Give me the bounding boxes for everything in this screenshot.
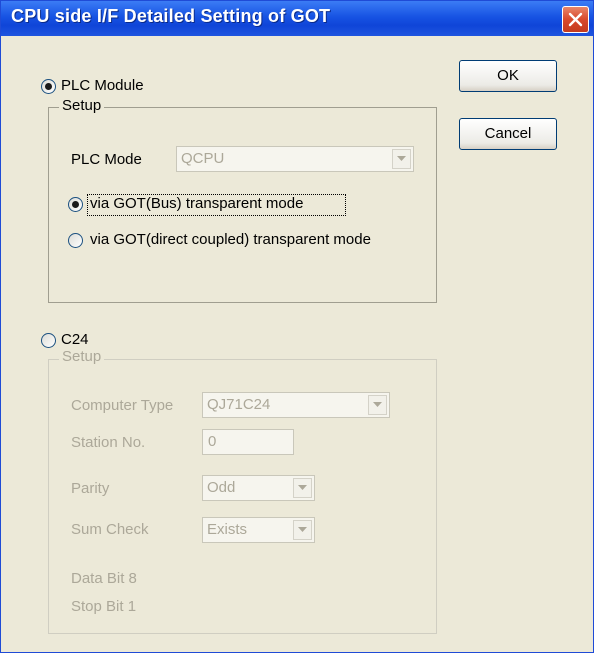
c24-setup-group-title: Setup bbox=[59, 348, 105, 365]
dropdown-arrow[interactable] bbox=[368, 395, 387, 415]
plc-mode-value: QCPU bbox=[181, 150, 225, 167]
radio-selected-dot bbox=[72, 201, 79, 208]
chevron-down-icon bbox=[373, 402, 382, 407]
station-no-input[interactable]: 0 bbox=[202, 429, 294, 455]
sum-check-select[interactable]: Exists bbox=[202, 517, 315, 543]
stop-bit-text: Stop Bit 1 bbox=[71, 598, 137, 615]
close-icon bbox=[568, 12, 583, 27]
sum-check-label: Sum Check bbox=[71, 521, 149, 538]
parity-select[interactable]: Odd bbox=[202, 475, 315, 501]
dropdown-arrow[interactable] bbox=[293, 520, 312, 540]
chevron-down-icon bbox=[298, 485, 307, 490]
window-title: CPU side I/F Detailed Setting of GOT bbox=[11, 6, 331, 26]
parity-value: Odd bbox=[207, 479, 236, 496]
plc-mode-select[interactable]: QCPU bbox=[176, 146, 414, 172]
station-no-label: Station No. bbox=[71, 434, 146, 451]
computer-type-value: QJ71C24 bbox=[207, 396, 271, 413]
dropdown-arrow[interactable] bbox=[392, 149, 411, 169]
direct-coupled-radio[interactable] bbox=[68, 233, 83, 248]
title-bar[interactable]: CPU side I/F Detailed Setting of GOT bbox=[1, 1, 593, 36]
c24-label: C24 bbox=[61, 331, 89, 348]
computer-type-select[interactable]: QJ71C24 bbox=[202, 392, 390, 418]
bus-transparent-label: via GOT(Bus) transparent mode bbox=[90, 195, 304, 212]
chevron-down-icon bbox=[298, 527, 307, 532]
plc-module-label: PLC Module bbox=[61, 77, 144, 94]
close-button[interactable] bbox=[562, 6, 589, 33]
data-bit-text: Data Bit 8 bbox=[71, 570, 137, 587]
plc-mode-label: PLC Mode bbox=[71, 151, 142, 168]
station-no-value: 0 bbox=[208, 433, 217, 450]
direct-coupled-label: via GOT(direct coupled) transparent mode bbox=[90, 231, 371, 248]
chevron-down-icon bbox=[397, 156, 406, 161]
dialog-window: CPU side I/F Detailed Setting of GOT OK … bbox=[0, 0, 594, 653]
dropdown-arrow[interactable] bbox=[293, 478, 312, 498]
c24-radio[interactable] bbox=[41, 333, 56, 348]
ok-button[interactable]: OK bbox=[459, 60, 557, 92]
cancel-button[interactable]: Cancel bbox=[459, 118, 557, 150]
parity-label: Parity bbox=[71, 480, 110, 497]
plc-module-radio[interactable] bbox=[41, 79, 56, 94]
radio-selected-dot bbox=[45, 83, 52, 90]
sum-check-value: Exists bbox=[207, 521, 248, 538]
plc-setup-group-title: Setup bbox=[59, 97, 105, 114]
bus-transparent-radio[interactable] bbox=[68, 197, 83, 212]
computer-type-label: Computer Type bbox=[71, 397, 174, 414]
